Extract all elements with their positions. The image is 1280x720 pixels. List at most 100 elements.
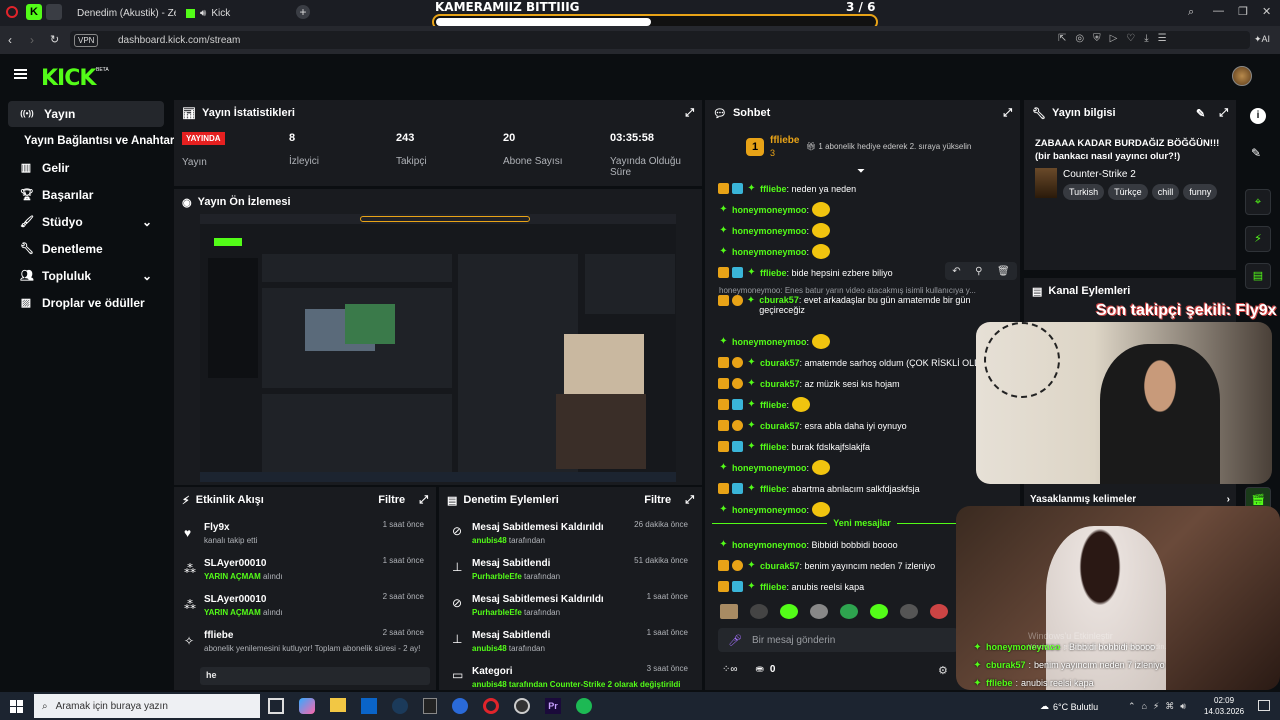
reply-icon[interactable]: ↶ bbox=[952, 266, 960, 277]
activity-input[interactable]: he bbox=[200, 667, 430, 685]
sidebar-item[interactable]: 🏆︎ Başarılar bbox=[8, 182, 164, 208]
tray-icons[interactable]: ⌃⌂⚡︎⌘🔊︎ bbox=[1128, 701, 1192, 712]
chat-message[interactable]: ✦ cburak57: amatemde sarhoş oldum (ÇOK Rİ… bbox=[718, 352, 1013, 373]
maximize-icon[interactable]: ❐ bbox=[1238, 5, 1248, 18]
expand-icon[interactable]: ⤢ bbox=[419, 494, 428, 507]
chat-username[interactable]: ffliebe bbox=[760, 484, 787, 494]
opera-logo-icon[interactable] bbox=[6, 6, 18, 18]
kick-logo[interactable]: KICK bbox=[41, 66, 96, 91]
app-icon[interactable] bbox=[452, 698, 468, 714]
moderation-filter-button[interactable]: Filtre bbox=[644, 494, 671, 506]
chat-message[interactable]: ✦ ffliebe: neden ya neden bbox=[718, 178, 1013, 199]
folder-icon[interactable] bbox=[330, 698, 346, 712]
task-view-icon[interactable] bbox=[268, 698, 284, 714]
infinity-icon[interactable]: ⁘∞ bbox=[722, 664, 738, 675]
chat-username[interactable]: honeymoneymoo bbox=[732, 505, 807, 515]
chat-username[interactable]: ffliebe bbox=[760, 582, 787, 592]
rail-button-focus[interactable]: ⌖ bbox=[1245, 189, 1271, 215]
category-name[interactable]: Counter-Strike 2 bbox=[1063, 169, 1136, 180]
chat-message[interactable]: ✦ honeymoneymoo: bbox=[718, 241, 1013, 262]
moderation-item[interactable]: ⊘ Mesaj Sabitlemesi Kaldırıldı PurharbleEf… bbox=[448, 592, 696, 626]
tag[interactable]: Turkish bbox=[1063, 184, 1105, 200]
sidebar-item[interactable]: 🖌︎ Stüdyo ⌄ bbox=[8, 209, 164, 235]
chat-username[interactable]: cburak57 bbox=[759, 295, 799, 305]
tab-kick[interactable]: 🔊︎ Kick bbox=[180, 3, 290, 23]
moderator-name[interactable]: anubis48 tarafından Counter-Strike 2 ola… bbox=[472, 680, 681, 689]
kick-tab-icon[interactable]: K bbox=[26, 4, 42, 20]
chat-username[interactable]: cburak57 bbox=[760, 379, 800, 389]
forward-icon[interactable]: › bbox=[30, 33, 34, 47]
banned-words-row[interactable]: Yasaklanmış kelimeler › bbox=[1030, 494, 1230, 505]
taskbar-search[interactable]: ⌕ Aramak için buraya yazın bbox=[34, 694, 260, 718]
sidebar-item[interactable]: Yayın Bağlantısı ve Anahtarı bbox=[8, 128, 178, 154]
chat-message[interactable]: ✦ ffliebe: abartma abnlacım salkfdjaskfsj… bbox=[718, 478, 1013, 499]
activity-filter-button[interactable]: Filtre bbox=[378, 494, 405, 506]
moderator-name[interactable]: PurharbleEfe bbox=[472, 572, 522, 581]
premiere-icon[interactable]: Pr bbox=[545, 698, 561, 714]
spotify-icon[interactable] bbox=[576, 698, 592, 714]
moderation-item[interactable]: ⊘ Mesaj Sabitlemesi Kaldırıldı anubis48 ta… bbox=[448, 520, 696, 554]
chat-username[interactable]: honeymoneymoo bbox=[732, 247, 807, 257]
tag[interactable]: funny bbox=[1183, 184, 1218, 200]
vpn-badge[interactable]: VPN bbox=[74, 34, 99, 47]
chat-username[interactable]: cburak57 bbox=[760, 561, 800, 571]
chat-username[interactable]: ffliebe bbox=[760, 268, 787, 278]
chat-input[interactable]: 🎤︎ Bir mesaj gönderin bbox=[718, 628, 958, 652]
expand-icon[interactable]: ⤢ bbox=[1003, 107, 1012, 120]
chat-message[interactable]: ✦ honeymoneymoo: bbox=[718, 199, 1013, 220]
moderator-name[interactable]: anubis48 bbox=[472, 644, 507, 653]
chat-username[interactable]: cburak57 bbox=[760, 421, 800, 431]
chat-message[interactable]: ✦ cburak57: az müzik sesi kıs hojam bbox=[718, 373, 1013, 394]
clock[interactable]: 02:09 14.03.2026 bbox=[1204, 695, 1244, 717]
rail-button-flash[interactable]: ⚡︎ bbox=[1245, 226, 1271, 252]
activity-item[interactable]: ⁂ SLAyer00010 YARIN AÇMAM alındı 2 saat önc… bbox=[182, 592, 432, 628]
opera-icon[interactable] bbox=[483, 698, 499, 714]
chat-settings-icon[interactable]: ⚙ bbox=[938, 664, 948, 677]
chat-username[interactable]: honeymoneymoo bbox=[732, 540, 807, 550]
pen-icon[interactable]: ✎ bbox=[1251, 146, 1261, 160]
sidebar-item[interactable]: ((•)) Yayın bbox=[8, 101, 164, 127]
points-icon[interactable]: ⛂ bbox=[756, 664, 764, 675]
chat-message[interactable]: ✦ honeymoneymoo: bbox=[718, 220, 1013, 241]
reload-icon[interactable]: ↻ bbox=[50, 33, 59, 46]
tag[interactable]: chill bbox=[1151, 184, 1180, 200]
microphone-icon[interactable]: 🎤︎ bbox=[728, 634, 742, 647]
sidebar-item[interactable]: ▥ Gelir bbox=[8, 155, 164, 181]
moderator-name[interactable]: anubis48 bbox=[472, 536, 507, 545]
emote-bar[interactable] bbox=[720, 604, 950, 620]
delete-icon[interactable]: 🗑︎ bbox=[997, 266, 1010, 277]
close-window-icon[interactable]: ✕ bbox=[1262, 5, 1271, 18]
chat-username[interactable]: honeymoneymoo bbox=[732, 337, 807, 347]
chat-username[interactable]: honeymoneymoo bbox=[732, 226, 807, 236]
pin-icon[interactable]: ⚲ bbox=[975, 266, 982, 277]
new-tab-button[interactable]: + bbox=[296, 5, 310, 19]
chat-username[interactable]: cburak57 bbox=[760, 358, 800, 368]
chat-message[interactable]: ✦ ffliebe: burak fdslkajfslakjfa bbox=[718, 436, 1013, 457]
sidebar-item[interactable]: ▨ Droplar ve ödüller bbox=[8, 290, 164, 316]
tab-youtube[interactable]: Denedim (Akustik) - Zeyn bbox=[66, 3, 176, 23]
epic-games-icon[interactable] bbox=[423, 698, 437, 714]
pinned-user[interactable]: ffliebe bbox=[770, 135, 799, 146]
chat-username[interactable]: ffliebe bbox=[760, 184, 787, 194]
chat-message[interactable]: ✦ ffliebe: bbox=[718, 394, 1013, 415]
notification-icon[interactable] bbox=[1258, 700, 1270, 711]
chat-username[interactable]: honeymoneymoo bbox=[732, 463, 807, 473]
chat-username[interactable]: ffliebe bbox=[760, 400, 787, 410]
expand-icon[interactable]: ⤢ bbox=[685, 107, 694, 120]
steam-icon[interactable] bbox=[392, 698, 408, 714]
url-text[interactable]: dashboard.kick.com/stream bbox=[118, 35, 240, 46]
moderation-item[interactable]: ⊥ Mesaj Sabitlendi anubis48 tarafından 1 sa… bbox=[448, 628, 696, 662]
activity-item[interactable]: ♥ Fly9x kanalı takip etti 1 saat önce bbox=[182, 520, 432, 556]
rail-button-notes[interactable]: ▤ bbox=[1245, 263, 1271, 289]
chat-message[interactable]: ✦ honeymoneymoo: bbox=[718, 457, 1013, 478]
stream-preview[interactable] bbox=[200, 214, 676, 482]
activity-item[interactable]: ✧ ffliebe abonelik yenilemesini kutluyor! … bbox=[182, 628, 432, 664]
windows-start-icon[interactable] bbox=[10, 700, 23, 713]
menu-icon[interactable] bbox=[14, 69, 27, 79]
chevron-down-icon[interactable]: ⏷ bbox=[857, 166, 865, 177]
browser-toolbar-icons[interactable]: ⇱◎⛨▷♡⤓☰ bbox=[1058, 33, 1176, 44]
info-icon[interactable]: i bbox=[1250, 108, 1266, 124]
weather-widget[interactable]: ☁︎ 6°C Bulutlu bbox=[1040, 701, 1098, 712]
minimize-icon[interactable]: — bbox=[1213, 5, 1224, 17]
search-tabs-icon[interactable]: ⌕ bbox=[1188, 6, 1194, 19]
